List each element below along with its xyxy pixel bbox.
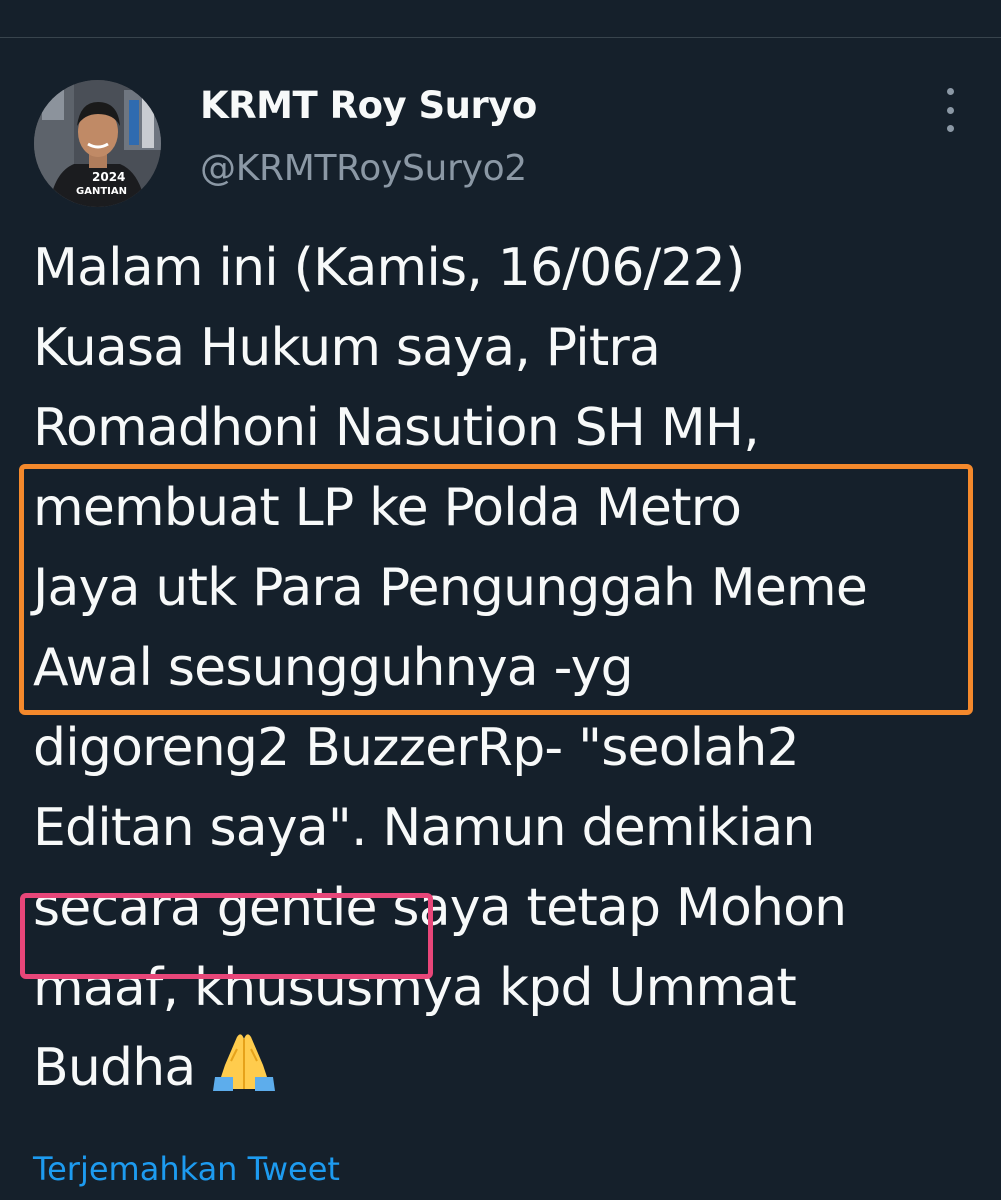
more-options-button[interactable]: [930, 88, 970, 132]
tweet-line: Editan saya". Namun demikian: [33, 798, 815, 858]
more-dot-icon: [946, 125, 954, 132]
folded-hands-icon: [213, 1034, 276, 1091]
tweet-line: Kuasa Hukum saya, Pitra: [33, 318, 661, 378]
display-name[interactable]: KRMT Roy Suryo: [200, 84, 537, 127]
top-divider: [0, 37, 1001, 38]
pink-highlight-box: [20, 893, 433, 979]
translate-tweet-link[interactable]: Terjemahkan Tweet: [33, 1150, 340, 1188]
tweet-line: digoreng2 BuzzerRp- "seolah2: [33, 718, 800, 778]
tweet-line: Malam ini (Kamis, 16/06/22): [33, 238, 745, 298]
avatar-photo: 2024 GANTIAN: [34, 80, 161, 207]
avatar-shirt-text-2: GANTIAN: [76, 186, 127, 197]
user-handle[interactable]: @KRMTRoySuryo2: [200, 148, 527, 189]
tweet-line: Romadhoni Nasution SH MH,: [33, 398, 760, 458]
avatar-shirt-text-1: 2024: [92, 170, 125, 184]
more-dot-icon: [946, 88, 954, 95]
tweet-line-last: Budha: [33, 1028, 983, 1108]
more-dot-icon: [946, 106, 954, 114]
orange-highlight-box: [19, 464, 973, 715]
avatar[interactable]: 2024 GANTIAN: [34, 80, 161, 207]
tweet-line-last-text: Budha: [33, 1038, 196, 1098]
